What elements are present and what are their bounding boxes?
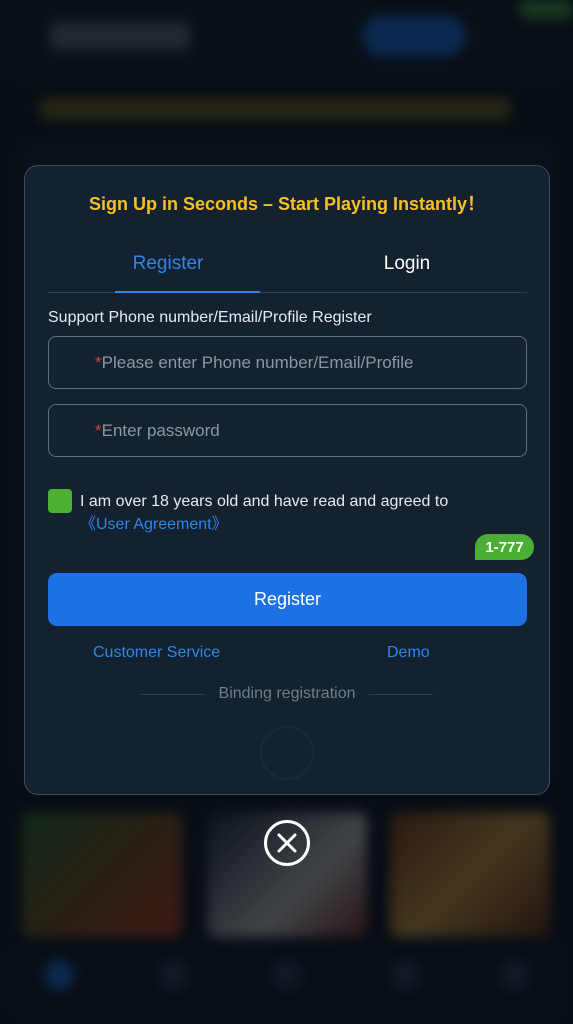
required-mark: * [95, 420, 102, 440]
register-button[interactable]: Register [48, 573, 527, 626]
binding-registration-divider: Binding registration [141, 683, 433, 705]
binding-registration-label: Binding registration [218, 685, 356, 702]
loading-spinner [260, 726, 314, 780]
user-agreement-link[interactable]: 《User Agreement》 [80, 513, 520, 536]
auth-tabs: Register Login [48, 236, 527, 293]
password-field[interactable]: * [48, 404, 527, 457]
agreement-checkbox[interactable] [48, 489, 72, 513]
password-input[interactable] [101, 420, 526, 441]
close-icon [277, 833, 297, 853]
modal-title: Sign Up in Seconds – Start Playing Insta… [88, 194, 486, 214]
divider-line [369, 693, 433, 695]
divider-line [141, 693, 205, 695]
promo-badge: 1-777 [475, 534, 534, 560]
support-label: Support Phone number/Email/Profile Regis… [48, 309, 372, 326]
account-field[interactable]: * [48, 336, 527, 389]
customer-service-link[interactable]: Customer Service [93, 644, 220, 662]
tab-login[interactable]: Login [287, 236, 527, 292]
signup-modal: Sign Up in Seconds – Start Playing Insta… [24, 165, 550, 795]
close-button[interactable] [264, 820, 310, 866]
agreement-text: I am over 18 years old and have read and… [80, 493, 449, 510]
agreement-text-block: I am over 18 years old and have read and… [80, 490, 520, 536]
required-mark: * [95, 352, 102, 372]
active-tab-indicator [115, 291, 260, 293]
account-input[interactable] [101, 352, 526, 373]
demo-link[interactable]: Demo [387, 644, 430, 662]
tab-register[interactable]: Register [48, 236, 288, 292]
